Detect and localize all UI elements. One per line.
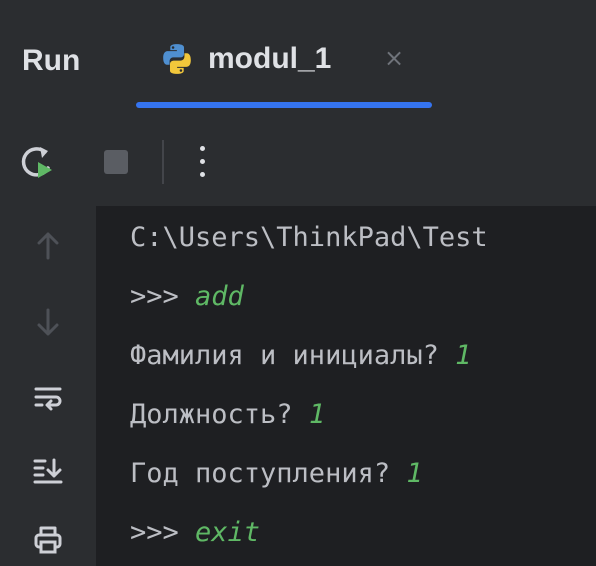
soft-wrap-icon[interactable] bbox=[32, 382, 64, 414]
console-input: add bbox=[195, 281, 244, 312]
console-line: Фамилия и инициалы? 1 bbox=[130, 340, 471, 371]
console-gutter bbox=[0, 206, 96, 566]
active-tab-indicator bbox=[136, 102, 432, 108]
rerun-icon[interactable] bbox=[18, 142, 58, 182]
console-input: 1 bbox=[455, 340, 472, 371]
tab-title: modul_1 bbox=[208, 42, 332, 75]
console-prompt: >>> bbox=[130, 281, 196, 312]
console-text: Фамилия и инициалы? bbox=[130, 340, 456, 371]
console-prompt: >>> bbox=[130, 517, 196, 548]
console-input: 1 bbox=[406, 458, 423, 489]
run-toolbar bbox=[0, 118, 596, 206]
scroll-up-icon[interactable] bbox=[32, 230, 64, 262]
console-line: C:\Users\ThinkPad\Test bbox=[130, 222, 488, 253]
python-icon bbox=[163, 44, 191, 74]
console-text: Год поступления? bbox=[130, 458, 407, 489]
more-options-icon[interactable] bbox=[192, 138, 212, 186]
console-input: 1 bbox=[308, 399, 326, 430]
console-text: Должность? bbox=[130, 399, 309, 430]
print-icon[interactable] bbox=[32, 524, 64, 556]
tab-modul-1[interactable]: modul_1 × bbox=[136, 36, 442, 118]
close-tab-icon[interactable]: × bbox=[384, 44, 404, 72]
run-title: Run bbox=[22, 44, 81, 77]
console-text: C:\Users\ThinkPad\Test bbox=[130, 222, 488, 253]
console-line: >>> exit bbox=[130, 517, 260, 548]
stop-icon[interactable] bbox=[104, 150, 128, 174]
console-input: exit bbox=[195, 517, 261, 548]
run-tool-window-header: Run modul_1 × bbox=[0, 0, 596, 118]
console-line: Должность? 1 bbox=[130, 399, 325, 430]
toolbar-separator bbox=[162, 140, 164, 184]
scroll-down-icon[interactable] bbox=[32, 306, 64, 338]
console-line: >>> add bbox=[130, 281, 244, 312]
scroll-to-end-icon[interactable] bbox=[32, 454, 64, 486]
console-line: Год поступления? 1 bbox=[130, 458, 423, 489]
console-output[interactable]: C:\Users\ThinkPad\Test >>> add Фамилия и… bbox=[96, 206, 596, 566]
